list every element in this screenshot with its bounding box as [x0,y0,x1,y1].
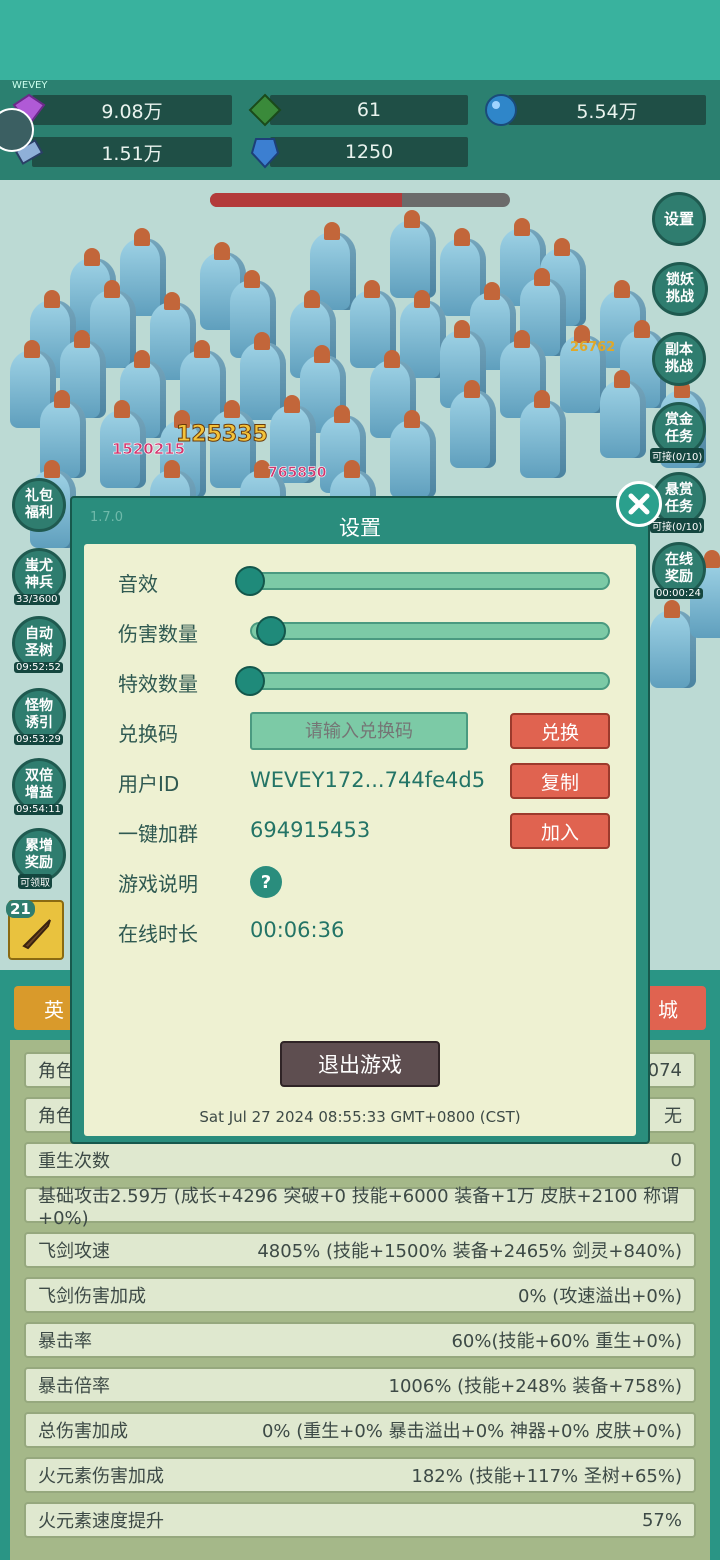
stat-value: 0% (攻速溢出+0%) [518,1286,682,1307]
monster-lure-timer: 09:53:29 [14,734,63,745]
stat-value: 074 [647,1059,682,1081]
blue-orb-icon [485,94,517,126]
damage-number: 765850 [268,465,327,482]
player-tag: WEVEY [12,80,48,91]
sound-slider-knob[interactable] [235,566,265,596]
datetime-label: Sat Jul 27 2024 08:55:33 GMT+0800 (CST) [199,1108,521,1126]
stat-value: 0% (重生+0% 暴击溢出+0% 神器+0% 皮肤+0%) [261,1421,682,1442]
copy-button[interactable]: 复制 [510,763,610,799]
close-icon [628,493,650,515]
stat-row: 火元素速度提升 57% [24,1502,696,1538]
damage-count-label: 伤害数量 [118,622,198,646]
redeem-button[interactable]: 兑换 [510,713,610,749]
redeem-code-input[interactable] [250,712,468,750]
stat-label: 暴击倍率 [38,1376,110,1397]
demon-tower-button[interactable]: 锁妖挑战 [652,262,708,316]
dialog-title: 设置 [339,516,381,540]
stat-label: 角色 [38,1106,74,1127]
enemy-sprite [450,380,496,468]
stat-label: 角色 [38,1061,74,1082]
boss-hp-bar [210,193,510,207]
enemy-sprite [600,370,646,458]
green-gem-icon [248,93,282,127]
resource-crystals: 1250 [270,137,468,167]
enemy-sprite [390,410,436,498]
game-help-label: 游戏说明 [118,872,198,896]
effect-count-slider[interactable] [236,672,610,690]
exit-game-button[interactable]: 退出游戏 [280,1041,440,1087]
stat-row: 暴击倍率 1006% (技能+248% 装备+758%) [24,1367,696,1403]
hero-slot[interactable]: 21 [6,900,64,960]
effect-count-label: 特效数量 [118,672,198,696]
user-id-value: WEVEY172...744fe4d5 [250,768,486,792]
stat-value: 无 [664,1106,682,1127]
stat-row: 飞剑伤害加成 0% (攻速溢出+0%) [24,1277,696,1313]
stat-value: 4805% (技能+1500% 装备+2465% 剑灵+840%) [257,1241,682,1262]
damage-number: 26762 [570,340,616,355]
dungeon-button[interactable]: 副本挑战 [652,332,706,386]
enemy-sprite [520,390,566,478]
resource-scrolls: 1.51万 [32,137,232,167]
online-time-value: 00:06:36 [250,918,345,942]
help-icon[interactable]: ? [250,866,282,898]
bounty-task-status: 可接(0/10) [650,448,705,463]
enemy-sprite [390,210,436,298]
resource-jade: 61 [270,95,468,125]
join-button[interactable]: 加入 [510,813,610,849]
stat-row: 火元素伤害加成 182% (技能+117% 圣树+65%) [24,1457,696,1493]
stat-label: 暴击率 [38,1331,92,1352]
stat-value: 57% [641,1509,682,1531]
stat-row: 暴击率 60%(技能+60% 重生+0%) [24,1322,696,1358]
online-time-label: 在线时长 [118,922,198,946]
chiyou-weapon-progress: 33/3600 [14,594,60,605]
reward-task-status: 可接(0/10) [650,518,705,533]
auto-tree-timer: 09:52:52 [14,662,63,673]
user-id-label: 用户ID [118,772,180,796]
stat-value: 60%(技能+60% 重生+0%) [451,1331,682,1352]
sword-icon [22,919,51,950]
damage-count-slider[interactable] [250,622,610,640]
resource-gems: 9.08万 [32,95,232,125]
stat-value: 1006% (技能+248% 装备+758%) [388,1376,682,1397]
stat-row: 飞剑攻速 4805% (技能+1500% 装备+2465% 剑灵+840%) [24,1232,696,1268]
stat-label: 火元素伤害加成 [38,1466,164,1487]
damage-count-slider-knob[interactable] [256,616,286,646]
cumulative-reward-status: 可领取 [18,874,52,889]
resource-orbs: 5.54万 [508,95,706,125]
gift-pack-button[interactable]: 礼包福利 [12,478,66,532]
damage-number: 125335 [176,422,269,448]
stat-label: 火元素速度提升 [38,1511,164,1532]
stat-row: 基础攻击2.59万 (成长+4296 突破+0 技能+6000 装备+1万 皮肤… [24,1186,696,1229]
sound-label: 音效 [118,572,158,596]
double-buff-timer: 09:54:11 [14,804,63,815]
blue-crystal-icon [250,138,280,169]
resource-bar: WEVEY 9.08万 61 5.54万 1.51万 1250 [0,80,720,180]
redeem-code-label: 兑换码 [118,722,178,746]
stat-label: 飞剑伤害加成 [38,1286,146,1307]
effect-count-slider-knob[interactable] [235,666,265,696]
status-bar [0,0,720,80]
settings-button[interactable]: 设置 [652,192,706,246]
stat-label: 飞剑攻速 [38,1241,110,1262]
stat-label: 重生次数 [38,1151,110,1172]
stat-row: 重生次数 0 [24,1142,696,1178]
sound-slider[interactable] [236,572,610,590]
online-reward-timer: 00:00:24 [654,588,703,599]
boss-hp-fill [210,193,402,207]
stat-row: 总伤害加成 0% (重生+0% 暴击溢出+0% 神器+0% 皮肤+0%) [24,1412,696,1448]
stat-label: 基础攻击2.59万 (成长+4296 突破+0 技能+6000 装备+1万 皮肤… [38,1185,680,1229]
stat-label: 总伤害加成 [38,1421,128,1442]
close-button[interactable] [616,481,662,527]
damage-number: 1520215 [112,440,186,459]
stat-value: 0 [670,1149,682,1171]
join-group-label: 一键加群 [118,822,198,846]
group-number: 694915453 [250,818,371,842]
stat-value: 182% (技能+117% 圣树+65%) [411,1466,682,1487]
